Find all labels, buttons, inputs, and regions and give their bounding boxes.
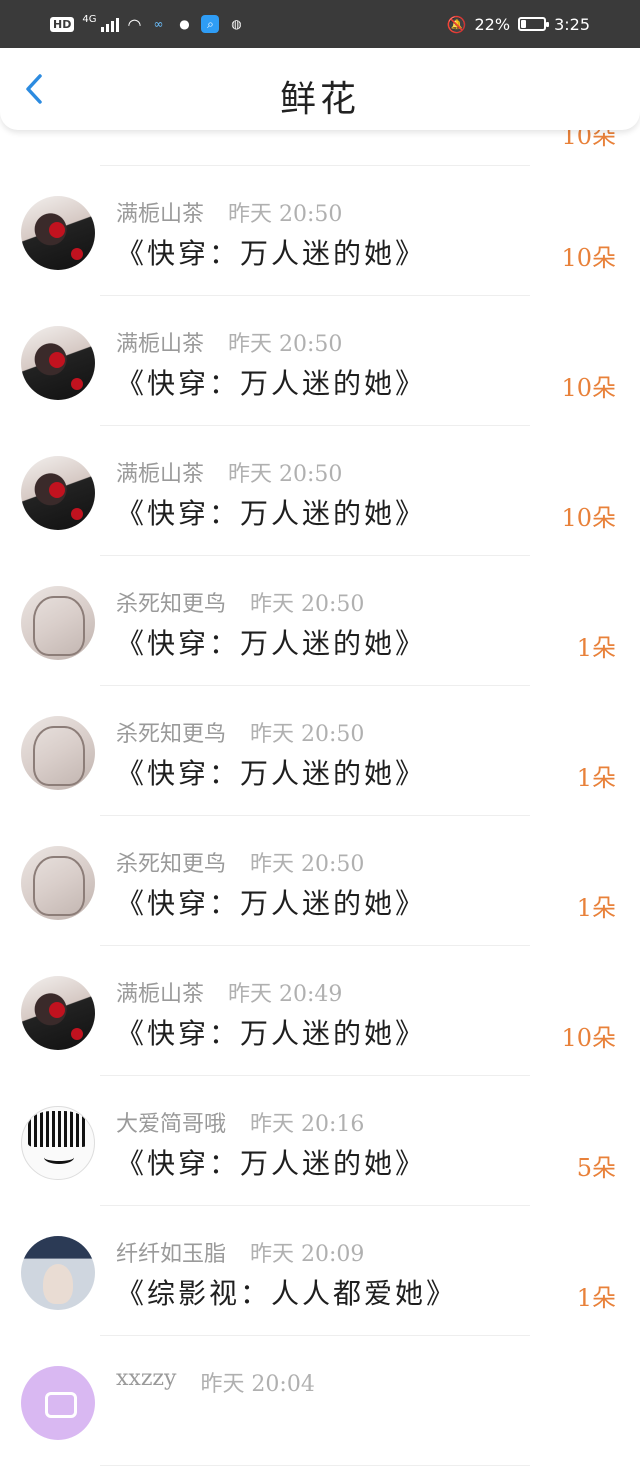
- list-item[interactable]: 满栀山茶 昨天 20:49 《快穿：万人迷的她》 10朵: [0, 946, 640, 1076]
- item-meta: 满栀山茶 昨天 20:49: [116, 976, 342, 1008]
- item-meta: 满栀山茶 昨天 20:50: [116, 196, 342, 228]
- timestamp: 昨天 20:49: [228, 982, 343, 1007]
- avatar[interactable]: [21, 846, 95, 920]
- header: 鲜花: [0, 48, 640, 130]
- book-title: 《快穿：万人迷的她》: [116, 367, 427, 400]
- user-name: 纤纤如玉脂: [116, 1242, 227, 1267]
- avatar[interactable]: [21, 1106, 95, 1180]
- user-name: 满栀山茶: [116, 202, 205, 227]
- list-item[interactable]: 满栀山茶 昨天 20:50 《快穿：万人迷的她》 10朵: [0, 166, 640, 296]
- avatar[interactable]: [21, 456, 95, 530]
- list-item[interactable]: 满栀山茶 昨天 20:50 《快穿：万人迷的她》 10朵: [0, 296, 640, 426]
- book-title: 《快穿：万人迷的她》: [116, 627, 427, 660]
- item-meta: 满栀山茶 昨天 20:50: [116, 456, 342, 488]
- item-meta: xxzzy 昨天 20:04: [116, 1366, 315, 1398]
- user-name: 满栀山茶: [116, 332, 205, 357]
- avatar[interactable]: [21, 586, 95, 660]
- gift-list: 满栀山茶 昨天 20:50 《快穿：万人迷的她》 10朵 满栀山茶 昨天 20:50 《快穿…: [0, 166, 640, 1466]
- flower-count: 1朵: [576, 634, 616, 662]
- user-name: xxzzy: [116, 1366, 177, 1391]
- flower-count: 1朵: [576, 764, 616, 792]
- avatar[interactable]: [21, 196, 95, 270]
- timestamp: 昨天 20:16: [250, 1112, 365, 1137]
- hd-icon: HD: [50, 16, 75, 32]
- battery-percent: 22%: [474, 14, 511, 34]
- timestamp: 昨天 20:04: [200, 1372, 315, 1397]
- list-item[interactable]: 杀死知更鸟 昨天 20:50 《快穿：万人迷的她》 1朵: [0, 556, 640, 686]
- page-title: 鲜花: [279, 79, 360, 120]
- book-title: 《快穿：万人迷的她》: [116, 497, 427, 530]
- list-item[interactable]: 纤纤如玉脂 昨天 20:09 《综影视：人人都爱她》 1朵: [0, 1206, 640, 1336]
- flower-count: 1朵: [576, 894, 616, 922]
- timestamp: 昨天 20:50: [250, 852, 365, 877]
- book-title: 《快穿：万人迷的她》: [116, 887, 427, 920]
- baidu-netdisk-icon: ∞: [153, 17, 164, 31]
- list-item[interactable]: 杀死知更鸟 昨天 20:50 《快穿：万人迷的她》 1朵: [0, 686, 640, 816]
- wechat-icon: ◍: [231, 17, 242, 31]
- item-meta: 杀死知更鸟 昨天 20:50: [116, 846, 364, 878]
- book-title: 《快穿：万人迷的她》: [116, 237, 427, 270]
- timestamp: 昨天 20:50: [228, 462, 343, 487]
- search-app-icon: ⌕: [201, 15, 220, 33]
- mute-icon: 🔕: [446, 14, 467, 34]
- timestamp: 昨天 20:50: [228, 202, 343, 227]
- user-name: 杀死知更鸟: [116, 592, 227, 617]
- list-item[interactable]: 大爱简哥哦 昨天 20:16 《快穿：万人迷的她》 5朵: [0, 1076, 640, 1206]
- user-name: 满栀山茶: [116, 982, 205, 1007]
- book-title: 《快穿：万人迷的她》: [116, 1017, 427, 1050]
- user-name: 杀死知更鸟: [116, 722, 227, 747]
- timestamp: 昨天 20:50: [250, 722, 365, 747]
- flower-count: 1朵: [576, 1284, 616, 1312]
- list-item[interactable]: xxzzy 昨天 20:04: [0, 1336, 640, 1466]
- timestamp: 昨天 20:50: [228, 332, 343, 357]
- flower-count: 10朵: [561, 504, 616, 532]
- list-item[interactable]: 杀死知更鸟 昨天 20:50 《快穿：万人迷的她》 1朵: [0, 816, 640, 946]
- avatar[interactable]: [21, 326, 95, 400]
- clock: 3:25: [554, 14, 590, 34]
- flower-count: 10朵: [561, 1024, 616, 1052]
- avatar[interactable]: [21, 976, 95, 1050]
- flower-count: 5朵: [576, 1154, 616, 1182]
- list-item[interactable]: 满栀山茶 昨天 20:50 《快穿：万人迷的她》 10朵: [0, 426, 640, 556]
- book-title: 《快穿：万人迷的她》: [116, 757, 427, 790]
- item-meta: 杀死知更鸟 昨天 20:50: [116, 716, 364, 748]
- wifi-icon: ◠: [127, 14, 142, 34]
- timestamp: 昨天 20:50: [250, 592, 365, 617]
- avatar[interactable]: [21, 1236, 95, 1310]
- battery-icon: [518, 17, 550, 31]
- status-bar: HD 4G ◠ ∞ ● ⌕ ◍ 🔕 22% 3:25: [0, 0, 640, 48]
- avatar[interactable]: [21, 1366, 95, 1440]
- item-meta: 杀死知更鸟 昨天 20:50: [116, 586, 364, 618]
- flower-count: 10朵: [561, 244, 616, 272]
- item-meta: 大爱简哥哦 昨天 20:16: [116, 1106, 364, 1138]
- timestamp: 昨天 20:09: [250, 1242, 365, 1267]
- book-title: 《快穿：万人迷的她》: [116, 1147, 427, 1180]
- book-title: 《综影视：人人都爱她》: [116, 1277, 458, 1310]
- user-name: 杀死知更鸟: [116, 852, 227, 877]
- user-name: 满栀山茶: [116, 462, 205, 487]
- user-name: 大爱简哥哦: [116, 1112, 227, 1137]
- item-meta: 纤纤如玉脂 昨天 20:09: [116, 1236, 364, 1268]
- signal-icon: [101, 16, 120, 32]
- item-meta: 满栀山茶 昨天 20:50: [116, 326, 342, 358]
- qq-icon: ●: [179, 17, 190, 31]
- network-type: 4G: [82, 13, 97, 25]
- flower-count: 10朵: [561, 374, 616, 402]
- avatar[interactable]: [21, 716, 95, 790]
